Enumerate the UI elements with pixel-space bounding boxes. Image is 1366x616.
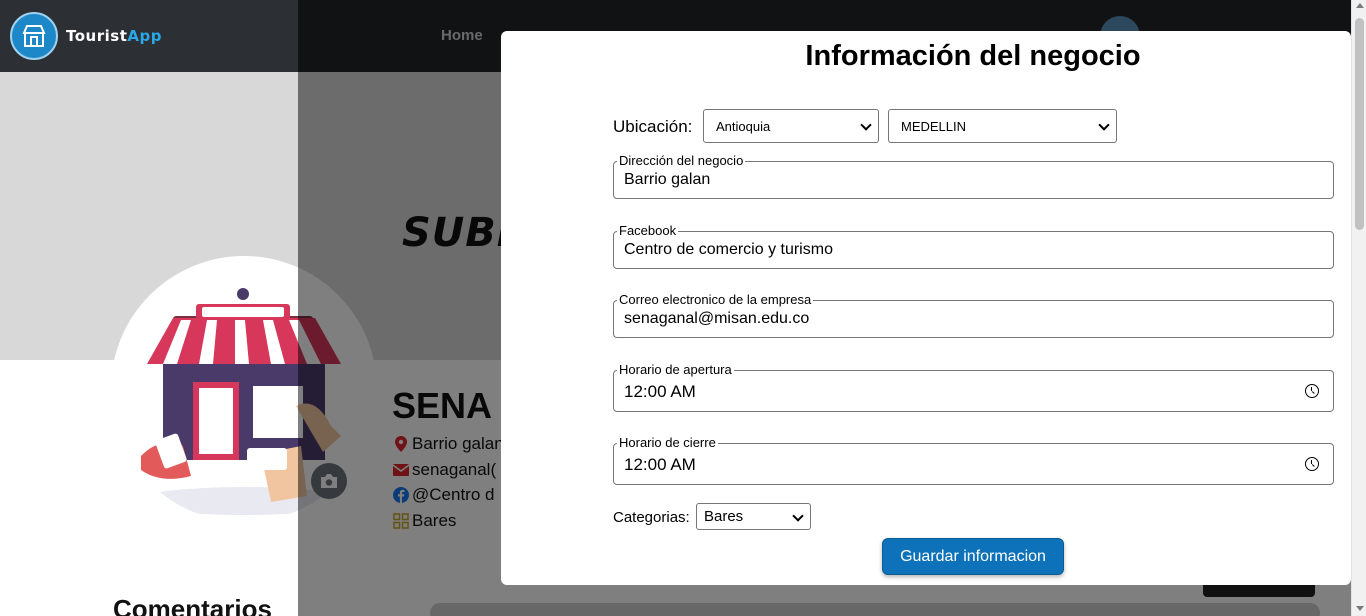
address-field-label: Dirección del negocio xyxy=(617,153,746,169)
city-select[interactable]: MEDELLIN xyxy=(888,109,1117,143)
category-select[interactable]: Bares xyxy=(696,503,811,530)
scroll-thumb[interactable] xyxy=(1355,18,1364,230)
closing-time-label: Horario de cierre xyxy=(617,435,718,451)
opening-time-label: Horario de apertura xyxy=(617,362,734,378)
chevron-down-icon xyxy=(792,510,804,522)
brand-name-prefix: Tourist xyxy=(66,27,128,45)
comments-heading: Comentarios xyxy=(113,594,272,616)
business-info-modal: Información del negocio Ubicación: Antio… xyxy=(501,31,1351,585)
address-field-value: Barrio galan xyxy=(624,171,711,188)
clock-icon[interactable] xyxy=(1305,384,1319,398)
location-label: Ubicación: xyxy=(613,117,693,136)
facebook-field[interactable]: Facebook Centro de comercio y turismo xyxy=(613,223,1334,269)
scroll-up-icon[interactable] xyxy=(1356,3,1364,8)
save-button[interactable]: Guardar informacion xyxy=(882,538,1064,575)
chevron-down-icon xyxy=(1098,119,1110,131)
opening-time-value: 12:00 AM xyxy=(624,382,696,401)
address-field[interactable]: Dirección del negocio Barrio galan xyxy=(613,153,1334,199)
opening-time-field[interactable]: Horario de apertura 12:00 AM xyxy=(613,362,1334,412)
clock-icon[interactable] xyxy=(1305,457,1319,471)
brand[interactable]: TouristApp xyxy=(0,0,298,72)
chevron-down-icon xyxy=(860,119,872,131)
store-icon xyxy=(10,12,58,60)
email-field-value: senaganal@misan.edu.co xyxy=(624,310,810,327)
closing-time-value: 12:00 AM xyxy=(624,455,696,474)
modal-title: Información del negocio xyxy=(805,40,1141,72)
brand-name: TouristApp xyxy=(66,27,162,45)
city-value: MEDELLIN xyxy=(901,118,967,134)
page-scrollbar[interactable] xyxy=(1351,0,1366,616)
scroll-down-icon[interactable] xyxy=(1356,606,1364,611)
email-field[interactable]: Correo electronico de la empresa senagan… xyxy=(613,292,1334,338)
facebook-field-label: Facebook xyxy=(617,223,679,239)
email-field-label: Correo electronico de la empresa xyxy=(617,292,814,308)
facebook-field-value: Centro de comercio y turismo xyxy=(624,241,833,258)
closing-time-field[interactable]: Horario de cierre 12:00 AM xyxy=(613,435,1334,485)
category-value: Bares xyxy=(704,508,744,525)
department-value: Antioquia xyxy=(716,118,771,134)
brand-name-suffix: App xyxy=(127,27,162,45)
department-select[interactable]: Antioquia xyxy=(703,109,879,143)
categories-label: Categorias: xyxy=(613,509,690,526)
